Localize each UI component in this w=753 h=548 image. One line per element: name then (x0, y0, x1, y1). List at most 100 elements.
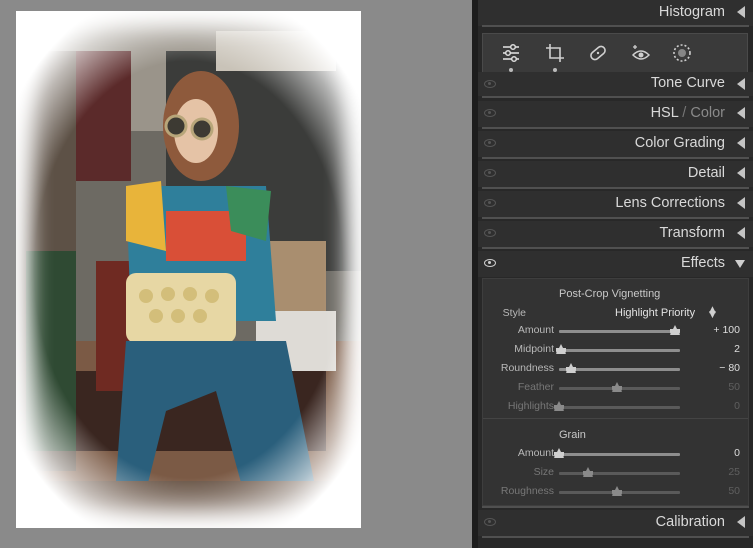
slider-value[interactable]: − 80 (719, 362, 740, 374)
slider-row: Highlights 0 (483, 398, 748, 416)
masking-icon[interactable] (671, 42, 693, 64)
divider-line (482, 187, 749, 189)
divider-line (482, 157, 749, 159)
crop-icon[interactable] (544, 42, 566, 72)
slider-value[interactable]: 50 (728, 381, 740, 393)
group-separator (483, 418, 748, 419)
detail-header[interactable]: Detail (478, 161, 753, 187)
tool-strip (482, 33, 748, 73)
collapse-arrow-icon[interactable] (737, 6, 745, 18)
vignetting-title: Post-Crop Vignetting (559, 288, 661, 300)
redeye-icon[interactable] (630, 42, 652, 64)
slider-value[interactable]: 50 (728, 485, 740, 497)
collapse-arrow-icon[interactable] (737, 78, 745, 90)
visibility-eye-icon[interactable] (484, 80, 496, 88)
slider-value[interactable]: 0 (734, 447, 740, 459)
visibility-eye-icon[interactable] (484, 518, 496, 526)
divider-line (482, 25, 749, 27)
slider-track[interactable] (559, 368, 680, 371)
slider-thumb[interactable] (670, 325, 680, 335)
visibility-eye-icon[interactable] (484, 169, 496, 177)
slider-thumb[interactable] (554, 448, 564, 458)
collapse-arrow-icon[interactable] (737, 197, 745, 209)
collapse-arrow-icon[interactable] (737, 107, 745, 119)
effects-header[interactable]: Effects (478, 251, 753, 277)
histogram-header[interactable]: Histogram (478, 0, 753, 26)
effects-title: Effects (680, 255, 725, 271)
slider-row: Amount + 100 (483, 322, 748, 340)
expand-arrow-icon[interactable] (735, 260, 745, 268)
visibility-eye-icon[interactable] (484, 139, 496, 147)
slider-row: Midpoint 2 (483, 341, 748, 359)
slider-label: Roundness (500, 362, 554, 374)
slider-track[interactable] (559, 330, 680, 333)
style-select[interactable]: Highlight Priority (615, 307, 695, 319)
slider-value[interactable]: 2 (734, 343, 740, 355)
slider-thumb[interactable] (554, 401, 564, 411)
color-grading-header[interactable]: Color Grading (478, 131, 753, 157)
slider-thumb[interactable] (612, 486, 622, 496)
calibration-title: Calibration (655, 514, 725, 530)
develop-panel: Histogram Tone Curve HSL / Color Color G… (478, 0, 753, 548)
tone-curve-header[interactable]: Tone Curve (478, 72, 753, 96)
slider-label: Amount (517, 447, 554, 459)
hsl-separator: / (678, 105, 691, 121)
slider-value[interactable]: 0 (734, 400, 740, 412)
slider-value[interactable]: + 100 (713, 324, 740, 336)
collapse-arrow-icon[interactable] (737, 227, 745, 239)
slider-label: Amount (517, 324, 554, 336)
detail-title: Detail (687, 165, 725, 181)
color-grading-title: Color Grading (634, 135, 725, 151)
hsl-color-header[interactable]: HSL / Color (478, 101, 753, 127)
slider-label: Highlights (507, 400, 554, 412)
slider-thumb[interactable] (612, 382, 622, 392)
slider-row: Feather 50 (483, 379, 748, 397)
slider-track[interactable] (559, 453, 680, 456)
slider-track[interactable] (559, 472, 680, 475)
tone-curve-title: Tone Curve (650, 75, 725, 91)
collapse-arrow-icon[interactable] (737, 167, 745, 179)
slider-thumb[interactable] (565, 363, 576, 373)
slider-row: Amount 0 (483, 445, 748, 463)
style-label: Style (502, 307, 526, 319)
slider-thumb[interactable] (556, 344, 567, 354)
divider-line (482, 536, 749, 538)
slider-row: Roughness 50 (483, 483, 748, 501)
sliders-icon[interactable] (500, 42, 522, 72)
effects-body: Post-Crop Vignetting Style Highlight Pri… (482, 278, 749, 506)
color-label[interactable]: Color (690, 105, 725, 121)
hsl-color-title: HSL / Color (651, 105, 725, 121)
divider-line (482, 247, 749, 249)
transform-header[interactable]: Transform (478, 221, 753, 247)
collapse-arrow-icon[interactable] (737, 137, 745, 149)
slider-row: Size 25 (483, 464, 748, 482)
collapse-arrow-icon[interactable] (737, 516, 745, 528)
visibility-eye-icon[interactable] (484, 259, 496, 267)
slider-track[interactable] (559, 349, 680, 352)
histogram-title: Histogram (658, 4, 725, 20)
stepper-icon[interactable]: ▲ ▼ (709, 306, 716, 320)
divider-line (482, 127, 749, 129)
slider-label: Midpoint (514, 343, 554, 355)
visibility-eye-icon[interactable] (484, 199, 496, 207)
slider-label: Feather (517, 381, 554, 393)
image-canvas[interactable] (0, 0, 472, 548)
slider-track[interactable] (559, 406, 680, 409)
slider-value[interactable]: 25 (728, 466, 740, 478)
transform-title: Transform (659, 225, 725, 241)
visibility-eye-icon[interactable] (484, 109, 496, 117)
lens-corrections-title: Lens Corrections (615, 195, 725, 211)
calibration-header[interactable]: Calibration (478, 510, 753, 536)
slider-label: Roughness (500, 485, 554, 497)
lens-corrections-header[interactable]: Lens Corrections (478, 191, 753, 217)
divider-line (482, 506, 749, 508)
grain-title: Grain (559, 429, 586, 441)
slider-thumb[interactable] (583, 467, 593, 477)
healing-icon[interactable] (587, 42, 609, 64)
visibility-eye-icon[interactable] (484, 229, 496, 237)
slider-row: Roundness − 80 (483, 360, 748, 378)
photo-image (16, 11, 361, 528)
photo-preview[interactable] (16, 11, 361, 528)
slider-label: Size (533, 466, 554, 478)
hsl-label[interactable]: HSL (651, 105, 679, 121)
